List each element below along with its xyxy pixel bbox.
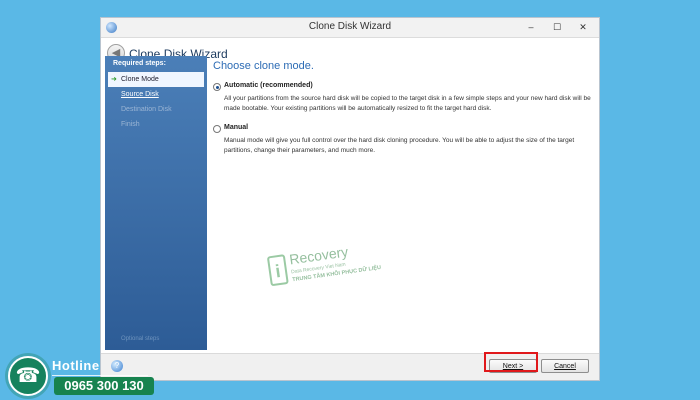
sidebar-title: Required steps: (113, 60, 166, 67)
hotline-label: Hotline (52, 358, 100, 373)
sidebar-item-label: Clone Mode (121, 76, 159, 83)
clone-disk-wizard-window: Clone Disk Wizard – ☐ ✕ ◀ Clone Disk Wiz… (100, 17, 600, 381)
automatic-description: All your partitions from the source hard… (224, 95, 591, 112)
sidebar-item-clone-mode[interactable]: ➜ Clone Mode (108, 72, 204, 87)
manual-description: Manual mode will give you full control o… (224, 137, 575, 154)
automatic-label[interactable]: Automatic (recommended) (224, 82, 313, 89)
next-button-highlight (484, 352, 538, 372)
automatic-radio[interactable] (213, 83, 221, 91)
hotline-badge[interactable]: ☎ Hotline 0965 300 130 (4, 352, 154, 398)
current-step-arrow-icon: ➜ (111, 76, 117, 83)
sidebar-item-destination-disk: Destination Disk (105, 102, 207, 117)
sidebar-item-label: Source Disk (121, 91, 159, 98)
window-controls: – ☐ ✕ (519, 20, 595, 35)
manual-label[interactable]: Manual (224, 124, 248, 131)
minimize-icon[interactable]: – (519, 20, 543, 35)
maximize-icon[interactable]: ☐ (545, 20, 569, 35)
sidebar-item-source-disk[interactable]: Source Disk (105, 87, 207, 102)
close-icon[interactable]: ✕ (571, 20, 595, 35)
title-bar: Clone Disk Wizard – ☐ ✕ (101, 18, 599, 38)
sidebar-item-finish: Finish (105, 117, 207, 132)
hotline-number[interactable]: 0965 300 130 (54, 377, 154, 395)
sidebar-item-label: Finish (121, 121, 140, 128)
sidebar-item-label: Destination Disk (121, 106, 172, 113)
hotline-divider (52, 375, 148, 376)
cancel-button[interactable]: Cancel (541, 359, 589, 373)
wizard-content: Choose clone mode. Automatic (recommende… (211, 56, 593, 350)
watermark-logo-icon: i (266, 254, 289, 287)
phone-icon: ☎ (8, 356, 48, 396)
optional-steps-label: Optional steps (121, 336, 160, 342)
steps-sidebar: Required steps: ➜ Clone Mode Source Disk… (105, 56, 207, 350)
manual-radio[interactable] (213, 125, 221, 133)
page-title: Choose clone mode. (213, 60, 314, 72)
